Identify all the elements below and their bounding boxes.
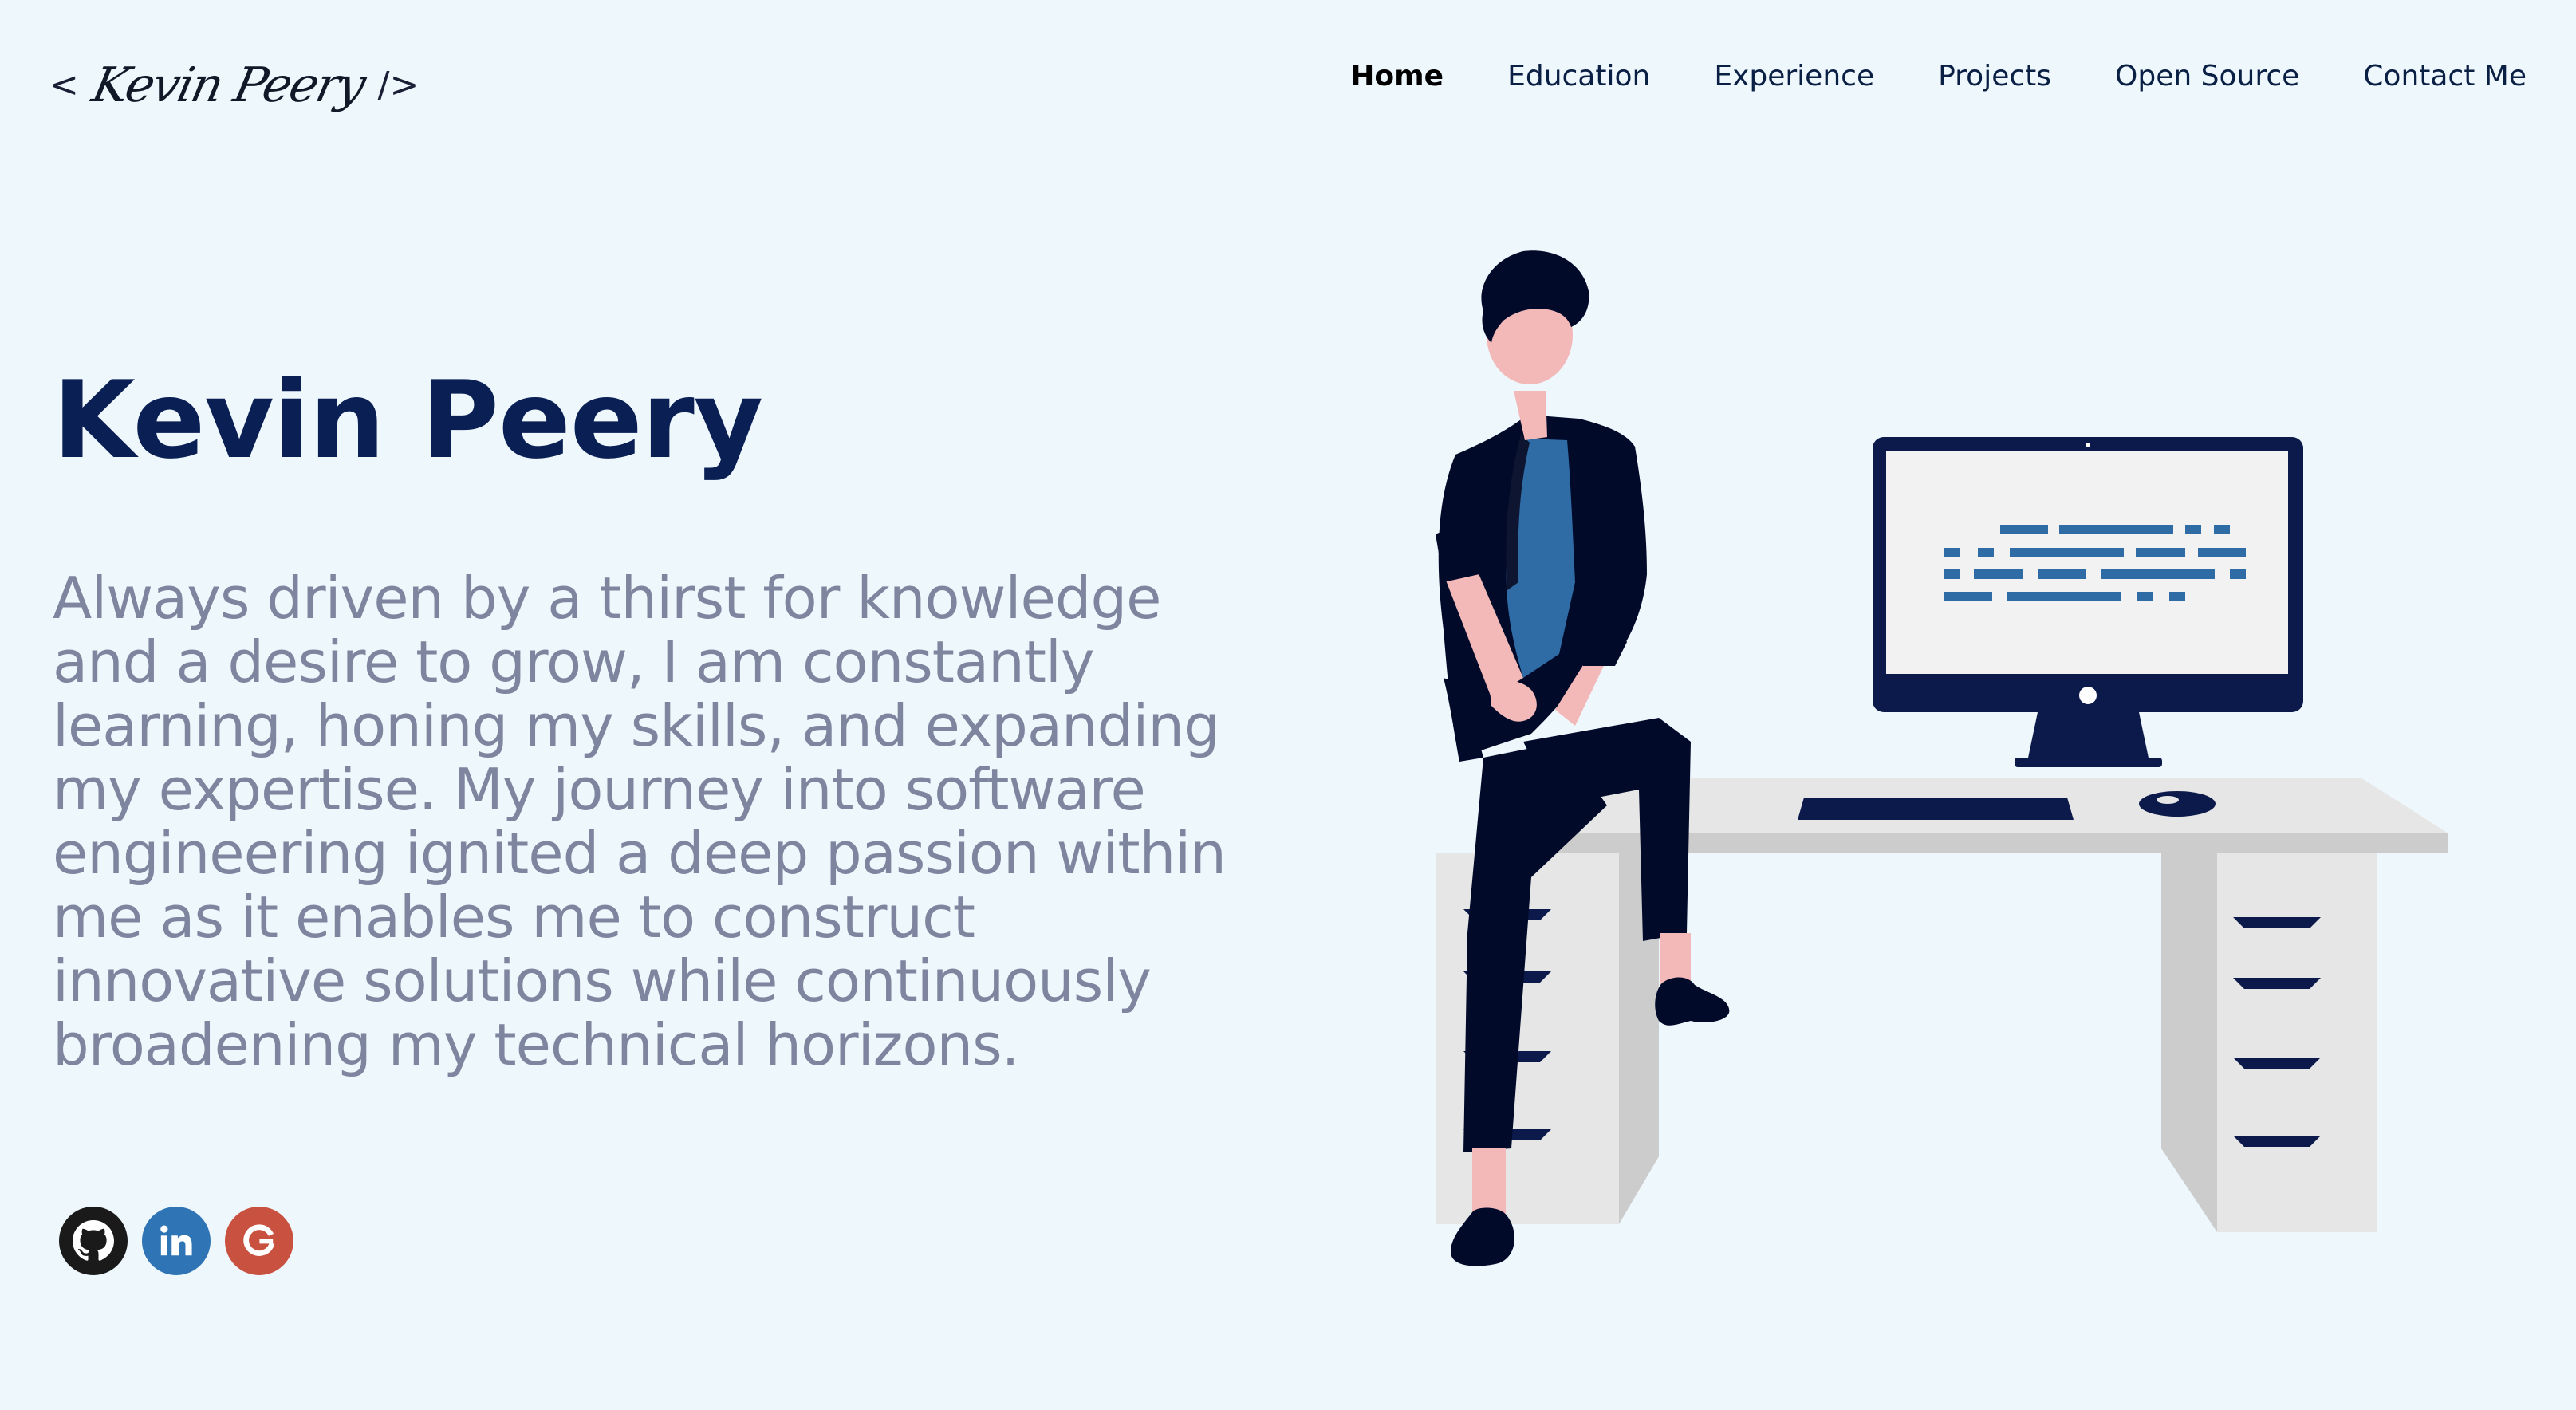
social-links bbox=[59, 1207, 293, 1275]
keyboard bbox=[1798, 798, 2074, 820]
nav-home[interactable]: Home bbox=[1350, 60, 1444, 93]
logo-close-bracket: /> bbox=[377, 65, 419, 105]
site-logo[interactable]: < Kevin Peery /> bbox=[49, 41, 419, 129]
mouse bbox=[2139, 791, 2216, 817]
desk bbox=[1436, 778, 2448, 1232]
hero-description: Always driven by a thirst for knowledge … bbox=[53, 565, 1227, 1078]
nav-open-source[interactable]: Open Source bbox=[2115, 60, 2299, 93]
monitor bbox=[1873, 437, 2303, 767]
main-nav: Home Education Experience Projects Open … bbox=[1350, 48, 2527, 104]
github-icon bbox=[73, 1220, 114, 1261]
linkedin-icon bbox=[160, 1225, 192, 1256]
nav-experience[interactable]: Experience bbox=[1714, 60, 1874, 93]
google-button[interactable] bbox=[225, 1207, 293, 1275]
hero-title: Kevin Peery bbox=[53, 358, 763, 482]
hero-illustration bbox=[1436, 250, 2448, 1266]
github-button[interactable] bbox=[59, 1207, 128, 1275]
nav-projects[interactable]: Projects bbox=[1938, 60, 2051, 93]
nav-contact-me[interactable]: Contact Me bbox=[2363, 60, 2527, 93]
logo-signature: Kevin Peery bbox=[87, 57, 370, 113]
google-icon bbox=[243, 1224, 275, 1256]
logo-open-bracket: < bbox=[49, 65, 79, 105]
nav-education[interactable]: Education bbox=[1507, 60, 1650, 93]
linkedin-button[interactable] bbox=[142, 1207, 211, 1275]
